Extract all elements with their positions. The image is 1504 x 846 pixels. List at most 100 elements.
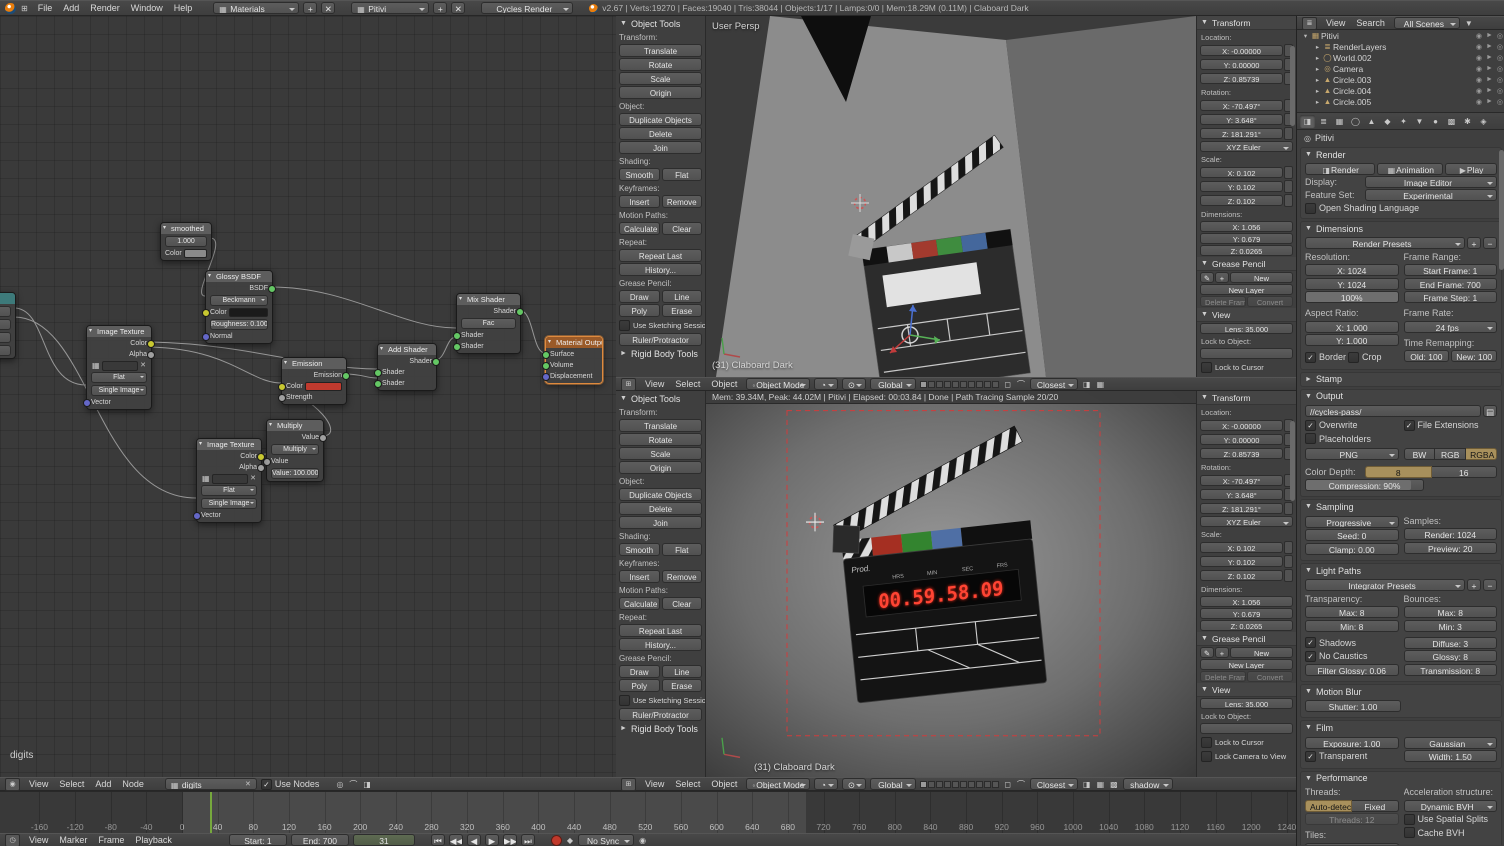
orientation-dropdown[interactable]: Global — [870, 778, 916, 790]
node-value-field[interactable]: Fac — [461, 318, 516, 329]
tool-button-remove[interactable]: Remove — [662, 195, 703, 208]
frame-step-field[interactable]: Frame Step: 1 — [1404, 291, 1498, 303]
node-value-field[interactable]: Value: 100.000 — [271, 468, 319, 479]
menu-select[interactable]: Select — [670, 378, 705, 390]
input-socket[interactable] — [453, 343, 461, 351]
mode-dropdown[interactable]: ◦Object Mode — [746, 378, 810, 390]
lock-object-field[interactable] — [1200, 348, 1293, 359]
grease-new-button[interactable]: New — [1230, 647, 1293, 658]
node-dropdown[interactable]: Flat — [201, 485, 257, 496]
viewport-type-icon[interactable]: ⊞ — [621, 378, 636, 391]
menu-view[interactable]: View — [640, 378, 669, 390]
viewport-type-icon[interactable]: ⊞ — [621, 778, 636, 791]
rigid-body-tools-header[interactable]: ►Rigid Body Tools — [616, 722, 705, 735]
snap-magnet-icon[interactable]: ⌒ — [1016, 779, 1026, 790]
frame-rate-dropdown[interactable]: 24 fps — [1404, 321, 1498, 333]
selectable-icon[interactable]: ► — [1484, 76, 1495, 83]
node-value-field[interactable] — [0, 345, 11, 356]
menu-object[interactable]: Object — [706, 378, 742, 390]
timeline-ruler[interactable]: -160-120-80-4004080120160200240280320360… — [0, 791, 1296, 833]
node-header[interactable]: Mix Shader — [457, 294, 520, 305]
node-editor-type-icon[interactable]: ◉ — [5, 778, 20, 791]
exposure-field[interactable]: Exposure: 1.00 — [1305, 737, 1399, 749]
node-value-field[interactable]: 1.000 — [165, 236, 207, 247]
grease-draw-icon[interactable]: ✎ — [1200, 272, 1214, 283]
renderable-icon[interactable]: ◎ — [1495, 87, 1504, 95]
filter-width-field[interactable]: Width: 1.50 — [1404, 750, 1498, 762]
transparency-max-field[interactable]: Max: 8 — [1305, 606, 1399, 618]
menu-add[interactable]: Add — [58, 2, 84, 14]
tool-button-draw[interactable]: Draw — [619, 290, 660, 303]
cache-bvh-checkbox[interactable]: Cache BVH — [1404, 827, 1498, 839]
tool-button-smooth[interactable]: Smooth — [619, 168, 660, 181]
panel-stamp-header[interactable]: ► Stamp — [1301, 373, 1501, 386]
visibility-icon[interactable]: ◉ — [1474, 65, 1484, 73]
tool-button-poly[interactable]: Poly — [619, 679, 660, 692]
keying-set-icon[interactable]: ◆ — [566, 836, 574, 845]
tool-button-smooth[interactable]: Smooth — [619, 543, 660, 556]
rgba-toggle[interactable]: RGBA — [1466, 448, 1497, 460]
expand-icon[interactable]: ▾ — [1301, 32, 1310, 40]
bounces-min-field[interactable]: Min: 3 — [1404, 620, 1498, 632]
expand-icon[interactable]: ▸ — [1313, 98, 1322, 106]
outliner-row-circle-004[interactable]: ▸▲Circle.004◉►◎ — [1297, 85, 1504, 96]
node-value-field[interactable] — [0, 332, 11, 343]
menu-view[interactable]: View — [24, 834, 53, 846]
jump-to-start-button[interactable]: ⏮ — [431, 834, 445, 846]
menu-window[interactable]: Window — [126, 2, 168, 14]
transform-field[interactable]: Y: 0.102 — [1200, 181, 1283, 192]
keyframe-button[interactable] — [1284, 502, 1293, 515]
3d-viewport-top[interactable]: User Persp (31) Claboard Dark — [706, 16, 1196, 377]
expand-icon[interactable]: ▸ — [1313, 43, 1322, 51]
tool-button-remove[interactable]: Remove — [662, 570, 703, 583]
rigid-body-tools-header[interactable]: ►Rigid Body Tools — [616, 347, 705, 360]
start-frame-field[interactable]: Start: 1 — [229, 834, 287, 846]
aspect-x-field[interactable]: X: 1.000 — [1305, 321, 1399, 333]
keyframe-button[interactable] — [1284, 166, 1293, 179]
transform-panel-header[interactable]: ▼Transform — [1197, 391, 1296, 405]
snap-icon[interactable]: ⌒ — [348, 779, 358, 790]
play-button[interactable]: ▶ — [485, 834, 499, 846]
input-socket[interactable] — [193, 512, 201, 520]
transform-field[interactable]: Y: 0.00000 — [1200, 434, 1283, 445]
node-multiply[interactable]: MultiplyValueMultiplyValueValue: 100.000 — [266, 419, 324, 482]
tool-shelf-panel-header[interactable]: ▼Object Tools — [616, 392, 705, 405]
sketching-sessions-checkbox[interactable]: Use Sketching Sessions — [619, 319, 702, 331]
shutter-field[interactable]: Shutter: 1.00 — [1305, 700, 1401, 712]
pin-icon[interactable]: ◎ — [335, 780, 344, 789]
feature-set-dropdown[interactable]: Experimental — [1365, 189, 1497, 201]
node-image-texture-2[interactable]: Image TextureColorAlpha▦✕FlatSingle Imag… — [196, 438, 262, 523]
tile-order-dropdown[interactable]: Center — [1305, 843, 1399, 846]
node-smoothed[interactable]: smoothed1.000Color — [160, 222, 212, 261]
scene-add-button[interactable]: + — [433, 2, 447, 14]
input-socket[interactable] — [278, 383, 286, 391]
tool-button-line[interactable]: Line — [662, 665, 703, 678]
tool-button-repeat-last[interactable]: Repeat Last — [619, 249, 702, 262]
menu-marker[interactable]: Marker — [54, 834, 92, 846]
tool-button-calculate[interactable]: Calculate — [619, 597, 660, 610]
transparent-checkbox[interactable]: Transparent — [1305, 750, 1399, 762]
tool-button-insert[interactable]: Insert — [619, 570, 660, 583]
tool-button-translate[interactable]: Translate — [619, 419, 702, 432]
tool-button-rotate[interactable]: Rotate — [619, 433, 702, 446]
panel-film-header[interactable]: ▼ Film — [1301, 721, 1501, 734]
node-partial-node[interactable] — [0, 292, 16, 359]
pivot-dropdown[interactable]: ⊙ — [842, 378, 866, 390]
output-socket[interactable] — [432, 358, 440, 366]
menu-help[interactable]: Help — [169, 2, 198, 14]
output-socket[interactable] — [268, 285, 276, 293]
overwrite-checkbox[interactable]: Overwrite — [1305, 419, 1399, 431]
resolution-percentage-slider[interactable]: 100% — [1305, 291, 1399, 303]
panel-output-header[interactable]: ▼ Output — [1301, 390, 1501, 403]
end-frame-field[interactable]: End: 700 — [291, 834, 349, 846]
lock-icon[interactable]: ◻ — [1003, 380, 1012, 389]
menu-object[interactable]: Object — [706, 778, 742, 790]
keyframe-button[interactable] — [1284, 555, 1293, 568]
border-checkbox[interactable]: Border — [1305, 351, 1346, 363]
grease-new-button[interactable]: New — [1230, 272, 1293, 283]
unlink-icon[interactable]: ✕ — [249, 474, 257, 483]
selectable-icon[interactable]: ► — [1484, 54, 1495, 61]
tab-physics[interactable]: ◈ — [1476, 115, 1491, 128]
image-datablock-row[interactable]: ▦✕ — [91, 361, 147, 370]
menu-select[interactable]: Select — [54, 778, 89, 790]
